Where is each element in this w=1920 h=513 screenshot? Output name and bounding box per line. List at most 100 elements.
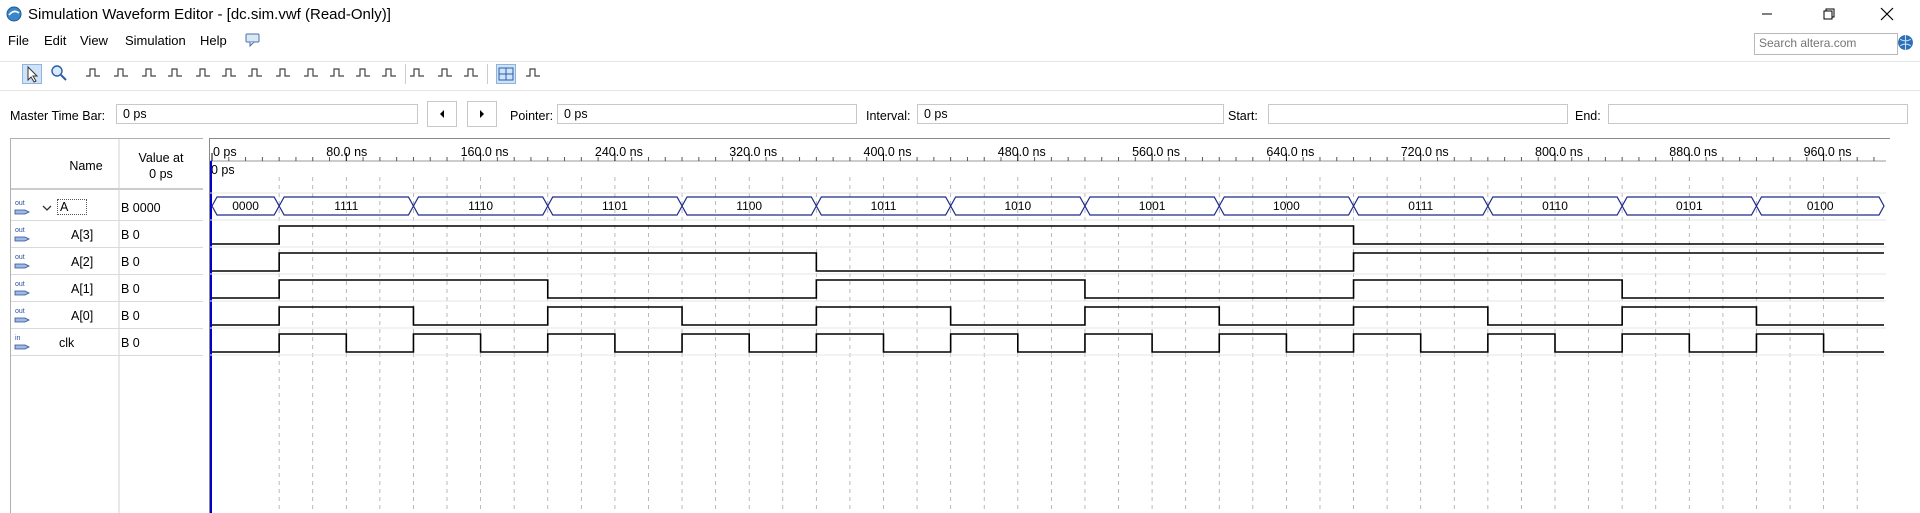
time-tick-label: 960.0 ns xyxy=(1804,145,1852,159)
search-box xyxy=(1754,33,1898,55)
menu-view[interactable]: View xyxy=(80,33,108,48)
signal-value: B 0 xyxy=(121,255,140,269)
weak-unknown-button[interactable] xyxy=(328,64,348,84)
bus-value: 1101 xyxy=(602,199,628,213)
waveform-A0 xyxy=(212,306,1884,326)
time-tick-label: 0 ps xyxy=(213,145,237,159)
restore-button[interactable] xyxy=(1806,0,1852,28)
svg-text:out: out xyxy=(15,227,25,234)
invert-icon xyxy=(248,68,262,77)
signal-row-A2[interactable]: out A[2] B 0 xyxy=(11,248,203,275)
output-pin-icon: out xyxy=(14,200,30,215)
row-divider xyxy=(11,355,203,356)
weak-high-icon xyxy=(222,68,236,77)
bus-value: 1001 xyxy=(1139,199,1166,213)
waveform-panel[interactable]: 0 ps 80.0 ns 160.0 ns 240.0 ns 320.0 ns 400.0… xyxy=(209,138,1890,513)
dont-care-icon xyxy=(356,68,370,77)
menu-edit[interactable]: Edit xyxy=(44,33,66,48)
grid-button[interactable] xyxy=(496,64,516,84)
dont-care-button[interactable] xyxy=(354,64,374,84)
time-tick-label: 400.0 ns xyxy=(864,145,912,159)
menu-help[interactable]: Help xyxy=(200,33,227,48)
zoom-tool-button[interactable] xyxy=(50,64,70,84)
bus-value: 1110 xyxy=(468,199,493,213)
svg-text:out: out xyxy=(15,254,25,261)
chevron-down-icon[interactable] xyxy=(42,203,52,213)
signal-row-A[interactable]: out A B 0000 xyxy=(11,194,203,221)
arrow-left-icon xyxy=(440,110,444,118)
group-button[interactable] xyxy=(436,64,456,84)
name-column-header[interactable]: Name xyxy=(51,159,121,173)
bus-value: 0101 xyxy=(1676,199,1703,213)
signal-list-panel: Name Value at 0 ps out A B 0000 out A[3] B 0o… xyxy=(10,138,203,513)
time-tick-label: 880.0 ns xyxy=(1669,145,1717,159)
start-label: Start: xyxy=(1228,109,1258,123)
selection-tool-icon xyxy=(27,65,39,83)
signal-value: B 0 xyxy=(121,228,140,242)
forcing-high-impedance-icon xyxy=(168,68,182,77)
pointer-field[interactable]: 0 ps xyxy=(557,104,857,124)
signal-row-A1[interactable]: out A[1] B 0 xyxy=(11,275,203,302)
bus-value: 0000 xyxy=(232,199,259,213)
time-tick-label: 160.0 ns xyxy=(461,145,509,159)
time-tick-label: 240.0 ns xyxy=(595,145,643,159)
weak-high-button[interactable] xyxy=(220,64,240,84)
minimize-button[interactable] xyxy=(1744,0,1790,28)
bus-value: 0110 xyxy=(1542,199,1568,213)
output-pin-icon: out xyxy=(14,281,30,296)
signal-name: A xyxy=(57,199,88,215)
restore-icon xyxy=(1823,8,1835,20)
time-tick-label: 80.0 ns xyxy=(326,145,367,159)
waveform-clk xyxy=(212,333,1884,353)
bus-value: 1111 xyxy=(334,199,358,213)
search-input[interactable] xyxy=(1755,34,1897,52)
ungroup-button[interactable] xyxy=(462,64,482,84)
next-transition-button[interactable] xyxy=(467,101,497,127)
count-value-icon xyxy=(276,68,290,77)
bus-value: 1011 xyxy=(871,199,897,213)
forcing-low-icon xyxy=(114,68,128,77)
time-tick-label: 480.0 ns xyxy=(998,145,1046,159)
invert-button[interactable] xyxy=(246,64,266,84)
master-time-bar-field[interactable]: 0 ps xyxy=(116,104,418,124)
signal-row-A3[interactable]: out A[3] B 0 xyxy=(11,221,203,248)
interval-field[interactable]: 0 ps xyxy=(917,104,1224,124)
signal-row-A0[interactable]: out A[0] B 0 xyxy=(11,302,203,329)
forcing-low-button[interactable] xyxy=(112,64,132,84)
forcing-clock-button[interactable] xyxy=(302,64,322,84)
feedback-icon[interactable] xyxy=(245,33,261,47)
signal-row-clk[interactable]: in clk B 0 xyxy=(11,329,203,356)
end-field[interactable] xyxy=(1608,104,1908,124)
bus-value: 1100 xyxy=(736,199,762,213)
bus-value: 0100 xyxy=(1807,199,1834,213)
selection-tool-button[interactable] xyxy=(22,64,42,84)
menu-simulation[interactable]: Simulation xyxy=(125,33,186,48)
cursor-time-label: 0 ps xyxy=(211,163,235,177)
minimize-icon xyxy=(1762,13,1772,15)
waveform-A1 xyxy=(212,279,1884,299)
output-pin-icon: out xyxy=(14,227,30,242)
forcing-high-impedance-button[interactable] xyxy=(166,64,186,84)
count-value-button[interactable] xyxy=(274,64,294,84)
forcing-unknown-button[interactable] xyxy=(84,64,104,84)
overwrite-clock-button[interactable] xyxy=(524,64,544,84)
svg-text:out: out xyxy=(15,200,25,207)
end-label: End: xyxy=(1575,109,1601,123)
time-tick-label: 800.0 ns xyxy=(1535,145,1583,159)
weak-low-button[interactable] xyxy=(194,64,214,84)
zoom-tool-icon xyxy=(51,65,67,81)
value-column-header[interactable]: Value at xyxy=(121,151,201,165)
forcing-high-button[interactable] xyxy=(140,64,160,84)
previous-transition-button[interactable] xyxy=(427,101,457,127)
output-pin-icon: out xyxy=(14,308,30,323)
random-value-button[interactable] xyxy=(380,64,400,84)
weak-unknown-icon xyxy=(330,68,344,77)
signal-name: clk xyxy=(59,336,75,350)
start-field[interactable] xyxy=(1268,104,1568,124)
snap-to-grid-button[interactable] xyxy=(408,64,428,84)
menu-file[interactable]: File xyxy=(8,33,29,48)
menu-bar xyxy=(0,28,1920,54)
globe-icon[interactable] xyxy=(1897,34,1914,51)
svg-text:out: out xyxy=(15,281,25,288)
close-button[interactable] xyxy=(1864,0,1910,28)
